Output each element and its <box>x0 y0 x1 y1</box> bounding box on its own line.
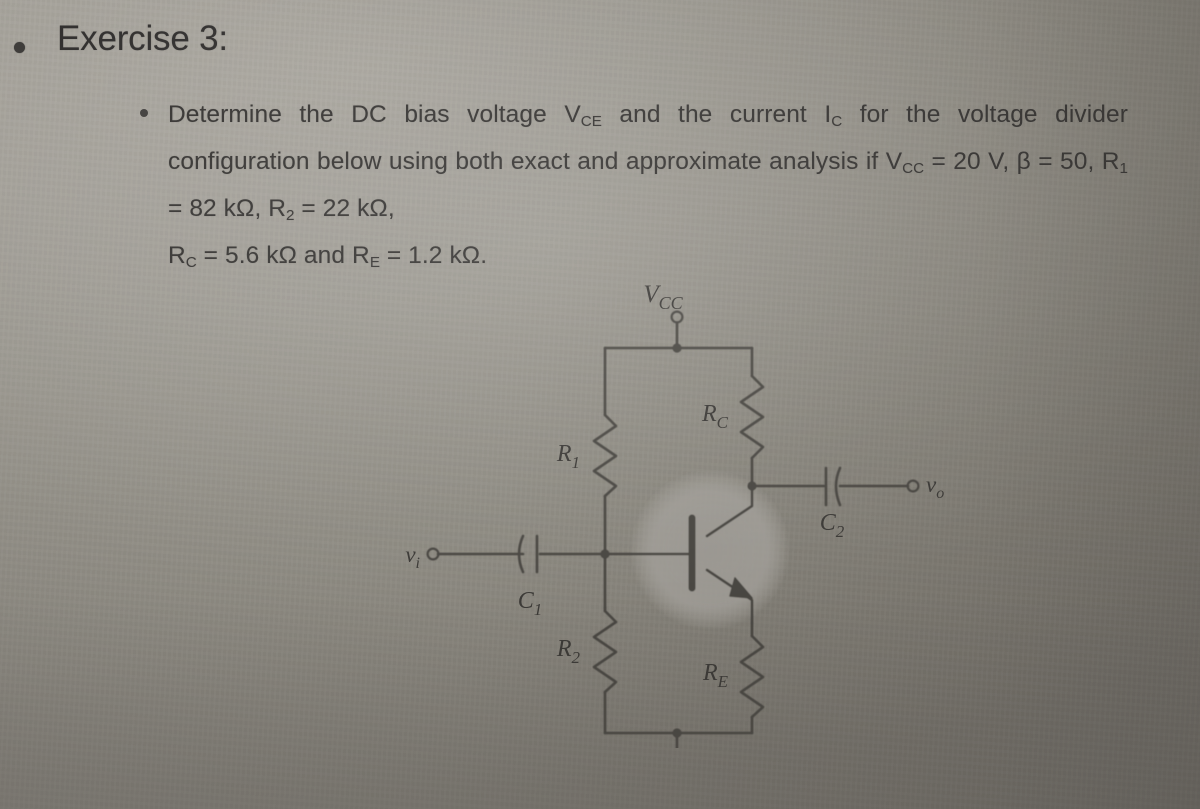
bullet-icon <box>14 42 25 53</box>
vcc-subscript: CC <box>902 159 925 177</box>
problem-text-10: = 5.6 kΩ and R <box>196 241 370 269</box>
problem-row: Determine the DC bias voltage VCE and th… <box>140 95 1140 283</box>
label-re: RE <box>702 660 729 691</box>
resistor-rc <box>739 374 765 460</box>
problem-text-2: and the current I <box>601 101 832 128</box>
problem-text-11: = 1.2 kΩ. <box>379 241 488 269</box>
vce-subscript: CE <box>580 112 602 130</box>
problem-text-5: approximate analysis if V <box>625 147 903 175</box>
re-subscript: E <box>369 253 380 271</box>
capacitor-c2 <box>824 466 842 507</box>
problem-last-line: RC = 5.6 kΩ and RE = 1.2 kΩ. <box>168 236 1128 283</box>
sub-bullet-icon <box>140 109 148 117</box>
vcc-node-dot <box>672 343 682 353</box>
ic-subscript: C <box>831 112 843 130</box>
problem-text-9: R <box>168 241 186 269</box>
ground-symbol <box>672 728 682 748</box>
label-c1: C1 <box>518 588 543 619</box>
problem-text-6: = 20 V, β = 50, R <box>924 147 1120 175</box>
page-title: Exercise 3: <box>57 19 228 58</box>
problem-text-8: = 22 kΩ, <box>294 194 395 222</box>
label-vi: vi <box>405 542 420 572</box>
label-rc: RC <box>701 401 729 432</box>
heading-row: Exercise 3: <box>14 21 228 56</box>
resistor-r2 <box>592 609 618 694</box>
supply-terminal <box>670 310 684 350</box>
problem-text-1: Determine the DC bias voltage V <box>168 101 581 128</box>
problem-text-3: for the <box>842 101 941 128</box>
rc-subscript: C <box>185 253 197 271</box>
r1-subscript: 1 <box>1119 159 1128 177</box>
problem-text-7: = 82 kΩ, R <box>168 194 287 222</box>
label-vcc: VCC <box>643 281 683 313</box>
r2-subscript: 2 <box>286 206 295 224</box>
label-r1: R1 <box>556 441 580 472</box>
problem-statement: Determine the DC bias voltage VCE and th… <box>168 95 1128 283</box>
circuit-diagram: VCC R1 R2 RC RE C1 C2 vi vo <box>380 278 960 748</box>
label-c2: C2 <box>820 510 845 541</box>
transistor-halo <box>630 470 790 630</box>
label-vo: vo <box>926 472 944 502</box>
label-r2: R2 <box>556 636 581 667</box>
resistor-r1 <box>592 413 618 498</box>
resistor-re <box>739 634 765 719</box>
